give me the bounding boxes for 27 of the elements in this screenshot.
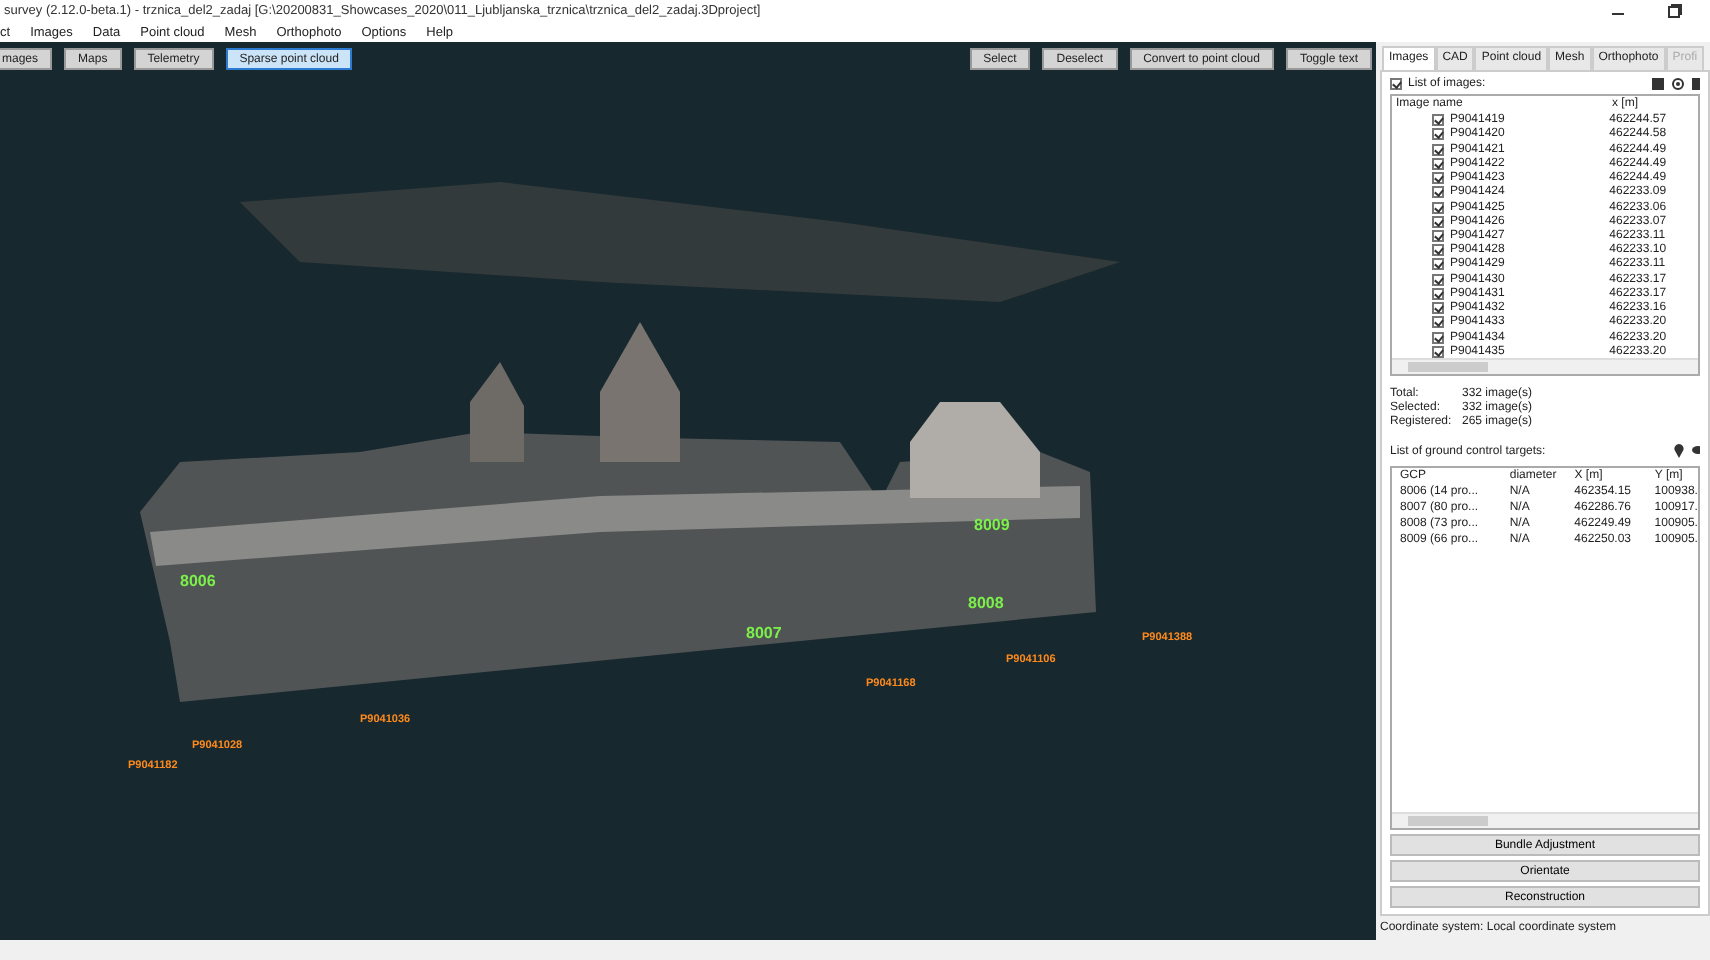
gcp-label: 8006 — [180, 572, 216, 590]
checkbox[interactable] — [1432, 258, 1444, 271]
checkbox[interactable] — [1432, 186, 1444, 199]
checkbox[interactable] — [1432, 273, 1444, 286]
target-icon[interactable] — [1672, 78, 1684, 90]
checkbox[interactable] — [1432, 316, 1444, 329]
checkbox[interactable] — [1432, 143, 1444, 156]
checkbox[interactable] — [1432, 157, 1444, 170]
checkbox[interactable] — [1390, 78, 1402, 90]
gcp-label: 8008 — [968, 594, 1004, 612]
restore-icon[interactable] — [1668, 4, 1682, 18]
pin-icon[interactable] — [1674, 444, 1684, 458]
checkbox[interactable] — [1432, 287, 1444, 300]
checkbox[interactable] — [1432, 114, 1444, 127]
checkbox[interactable] — [1432, 244, 1444, 257]
checkbox[interactable] — [1432, 345, 1444, 358]
gcp-label: 8007 — [746, 624, 782, 642]
checkbox[interactable] — [1432, 201, 1444, 214]
checkbox[interactable] — [1432, 172, 1444, 185]
checkbox[interactable] — [1432, 128, 1444, 141]
checkbox[interactable] — [1432, 331, 1444, 344]
checkbox[interactable] — [1432, 215, 1444, 228]
checkbox[interactable] — [1432, 230, 1444, 243]
checkbox[interactable] — [1432, 302, 1444, 315]
scrollbar[interactable] — [1392, 358, 1698, 375]
scrollbar[interactable] — [1392, 812, 1698, 828]
gcp-label: 8009 — [974, 516, 1010, 534]
